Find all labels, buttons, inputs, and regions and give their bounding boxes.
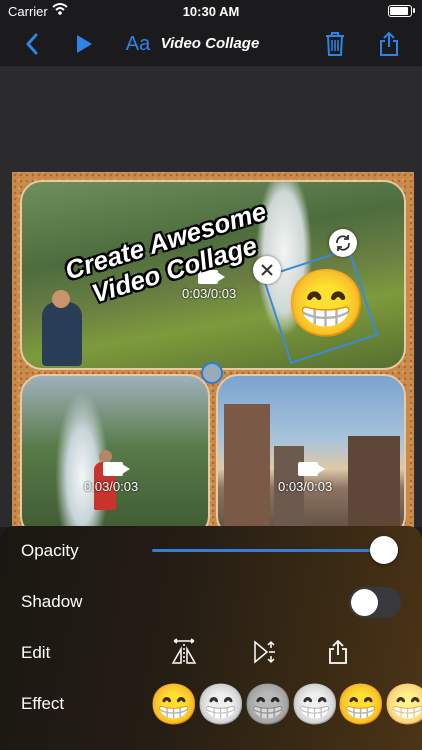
play-icon xyxy=(77,35,92,53)
effect-option-1[interactable]: 😁 xyxy=(149,683,199,727)
chevron-left-icon xyxy=(26,33,38,55)
share-icon xyxy=(380,31,398,56)
flip-horizontal-icon xyxy=(171,638,197,664)
battery-icon xyxy=(388,5,412,17)
close-icon xyxy=(261,264,273,276)
sticker-emoji[interactable]: 😁 xyxy=(285,264,367,342)
layout-divider-handle[interactable] xyxy=(201,362,223,384)
effect-label: Effect xyxy=(21,694,65,713)
sticker-close-button[interactable] xyxy=(253,256,281,284)
sticker-rotate-button[interactable] xyxy=(329,229,357,257)
opacity-label: Opacity xyxy=(21,541,79,560)
status-bar: Carrier 10:30 AM xyxy=(0,0,422,22)
clip-duration: 0:03/0:03 xyxy=(84,479,139,494)
video-tile-bottom-right[interactable] xyxy=(216,374,406,538)
back-button[interactable] xyxy=(18,22,46,66)
opacity-slider-track[interactable] xyxy=(152,549,384,552)
page-title: Video Collage xyxy=(160,35,260,52)
trash-icon xyxy=(326,32,344,56)
shadow-label: Shadow xyxy=(21,592,83,611)
status-time: 10:30 AM xyxy=(182,4,240,19)
delete-button[interactable] xyxy=(320,22,350,66)
effect-option-4[interactable]: 😁 xyxy=(290,683,340,727)
export-sticker-button[interactable] xyxy=(322,636,354,668)
effect-option-5[interactable]: 😁 xyxy=(336,683,386,727)
flip-vertical-button[interactable] xyxy=(247,636,279,668)
edit-label: Edit xyxy=(21,643,51,662)
video-camera-icon xyxy=(103,462,130,476)
shadow-toggle[interactable] xyxy=(349,587,401,618)
flip-horizontal-button[interactable] xyxy=(168,636,200,668)
play-button[interactable] xyxy=(70,22,98,66)
clip-duration: 0:03/0:03 xyxy=(182,286,237,301)
effect-option-6[interactable]: 😁 xyxy=(383,683,422,727)
flip-vertical-icon xyxy=(254,640,275,664)
video-camera-icon xyxy=(298,462,325,476)
effect-option-3[interactable]: 😁 xyxy=(243,683,293,727)
share-icon xyxy=(329,639,347,664)
clip-duration: 0:03/0:03 xyxy=(278,479,333,494)
rotate-icon xyxy=(336,235,350,251)
building xyxy=(224,404,270,536)
video-tile-bottom-left[interactable] xyxy=(20,374,210,538)
navigation-bar: Aa Video Collage xyxy=(0,22,422,67)
effect-option-2[interactable]: 😁 xyxy=(196,683,246,727)
opacity-slider-thumb[interactable] xyxy=(370,536,398,564)
share-button[interactable] xyxy=(374,22,404,66)
